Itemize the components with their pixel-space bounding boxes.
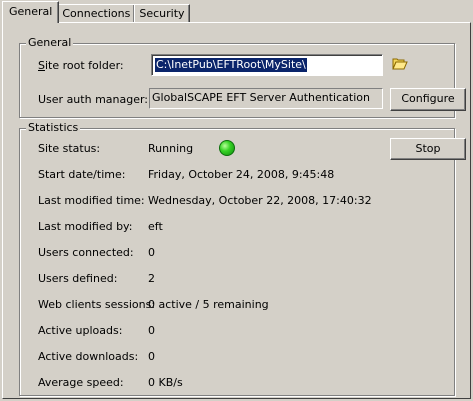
last-modified-time-value: Wednesday, October 22, 2008, 17:40:32 (148, 194, 372, 207)
user-auth-manager-label: User auth manager: (38, 93, 149, 106)
site-root-folder-value: C:\InetPub\EFTRoot\MySite\ (154, 57, 308, 73)
average-speed-value: 0 KB/s (148, 376, 183, 389)
users-defined-value: 2 (148, 272, 155, 285)
site-status-value: Running (148, 142, 194, 155)
average-speed-label: Average speed: (38, 376, 124, 389)
configure-button-label: Configure (401, 92, 455, 105)
web-clients-sessions-label: Web clients sessions: (38, 298, 156, 311)
last-modified-by-value: eft (148, 220, 163, 233)
users-connected-value: 0 (148, 246, 155, 259)
site-status-label: Site status: (38, 142, 101, 155)
user-auth-manager-field: GlobalSCAPE EFT Server Authentication (149, 88, 383, 109)
statistics-group-title: Statistics (26, 121, 81, 135)
tab-security[interactable]: Security (134, 4, 190, 23)
active-uploads-label: Active uploads: (38, 324, 123, 337)
web-clients-sessions-value: 0 active / 5 remaining (148, 298, 269, 311)
active-downloads-value: 0 (148, 350, 155, 363)
tab-general[interactable]: General (2, 1, 60, 23)
start-datetime-value: Friday, October 24, 2008, 9:45:48 (148, 168, 335, 181)
active-uploads-value: 0 (148, 324, 155, 337)
general-group: General Site root folder: C:\InetPub\EFT… (19, 36, 466, 118)
status-indicator-icon (220, 141, 234, 155)
stop-button-label: Stop (415, 142, 441, 155)
folder-open-icon[interactable] (392, 57, 408, 71)
tab-strip: General Connections Security (2, 1, 190, 23)
users-connected-label: Users connected: (38, 246, 134, 259)
user-auth-manager-value: GlobalSCAPE EFT Server Authentication (152, 91, 370, 104)
last-modified-time-label: Last modified time: (38, 194, 145, 207)
tab-connections[interactable]: Connections (57, 4, 136, 23)
general-group-title: General (26, 36, 74, 50)
configure-button[interactable]: Configure (390, 88, 466, 111)
statistics-group: Statistics Stop Site status: Running Sta… (19, 121, 466, 396)
stop-button[interactable]: Stop (390, 138, 466, 160)
start-datetime-label: Start date/time: (38, 168, 126, 181)
site-root-folder-label: Site root folder: (38, 59, 124, 72)
active-downloads-label: Active downloads: (38, 350, 139, 363)
users-defined-label: Users defined: (38, 272, 118, 285)
last-modified-by-label: Last modified by: (38, 220, 133, 233)
site-root-folder-input[interactable]: C:\InetPub\EFTRoot\MySite\ (151, 54, 383, 76)
tab-panel-general: General Site root folder: C:\InetPub\EFT… (2, 22, 471, 399)
